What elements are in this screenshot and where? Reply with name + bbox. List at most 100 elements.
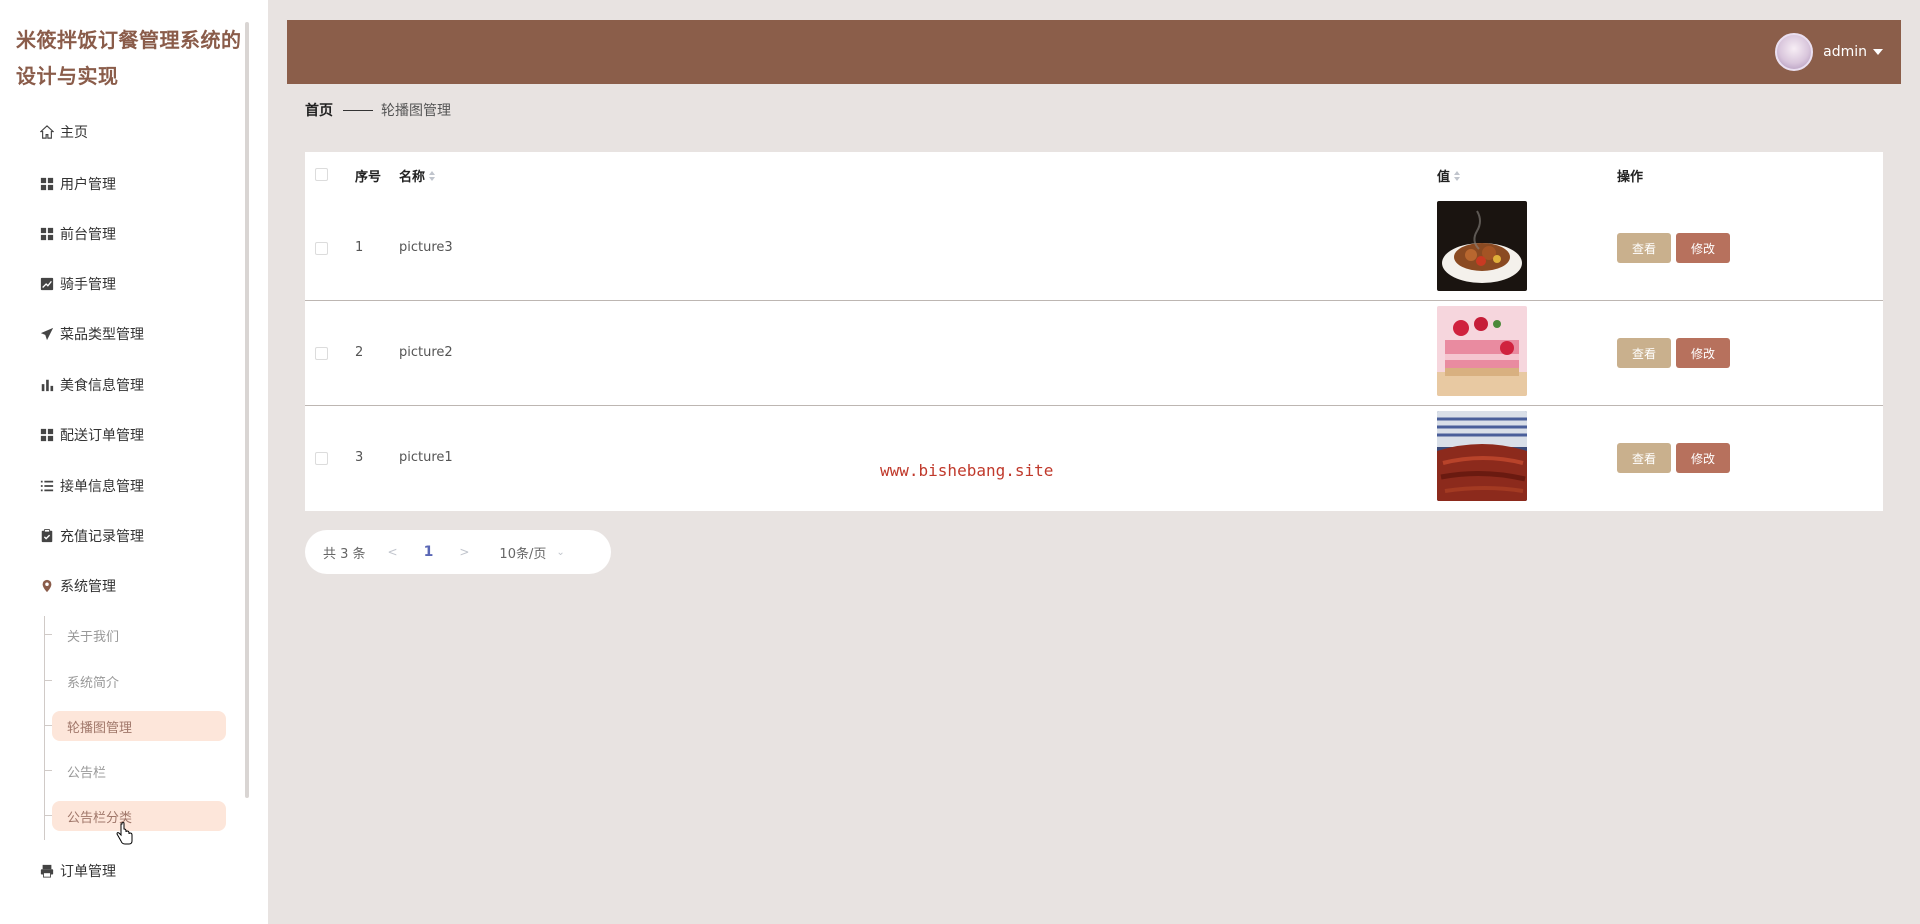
bar-chart-icon — [38, 378, 56, 392]
sort-icon[interactable] — [429, 170, 436, 181]
table-header: 序号 名称 值 操作 — [305, 152, 1883, 196]
select-all-checkbox[interactable] — [315, 168, 328, 181]
row-index: 1 — [355, 240, 364, 255]
submenu-item-intro[interactable]: 系统简介 — [45, 666, 226, 696]
column-name-label: 名称 — [399, 170, 426, 185]
submenu-item-label: 轮播图管理 — [67, 720, 133, 736]
submenu-item-about[interactable]: 关于我们 — [45, 620, 226, 650]
breadcrumb-current: 轮播图管理 — [381, 103, 451, 119]
submenu-item-notice-category[interactable]: 公告栏分类 — [45, 801, 226, 831]
sidebar-item-frontend[interactable]: 前台管理 — [38, 219, 116, 249]
pagination-total: 共 3 条 — [323, 546, 366, 562]
table-row: 3 picture1 查看 修改 — [305, 406, 1883, 511]
table-row: 1 picture3 查看 修改 — [305, 196, 1883, 301]
username: admin — [1823, 44, 1867, 60]
current-page[interactable]: 1 — [424, 544, 434, 560]
sidebar-item-recharge[interactable]: 充值记录管理 — [38, 521, 144, 551]
send-icon — [38, 327, 56, 341]
row-actions: 查看 修改 — [1617, 338, 1730, 368]
grid-icon — [38, 227, 56, 241]
sidebar-item-food-info[interactable]: 美食信息管理 — [38, 370, 144, 400]
watermark-text: www.bishebang.site — [880, 461, 1054, 480]
breadcrumb-home[interactable]: 首页 — [305, 100, 333, 120]
view-button[interactable]: 查看 — [1617, 233, 1671, 263]
app-title: 米筱拌饭订餐管理系统的设计与实现 — [16, 28, 242, 88]
column-value[interactable]: 值 — [1437, 166, 1461, 185]
sidebar-item-orders[interactable]: 订单管理 — [38, 856, 116, 886]
pagination: 共 3 条 < 1 > 10条/页 ⌄ — [305, 530, 611, 574]
sidebar-item-label: 用户管理 — [60, 177, 116, 193]
row-actions: 查看 修改 — [1617, 233, 1730, 263]
breadcrumb: 首页 轮播图管理 — [305, 100, 451, 120]
sort-icon[interactable] — [1454, 170, 1461, 181]
row-checkbox[interactable] — [315, 452, 328, 465]
hand-cursor-icon — [116, 821, 134, 850]
sidebar: 米筱拌饭订餐管理系统的设计与实现 主页 用户管理 前台管理 骑手管理 菜品类型管… — [0, 0, 268, 924]
sidebar-item-users[interactable]: 用户管理 — [38, 169, 116, 199]
sidebar-item-label: 系统管理 — [60, 579, 116, 595]
sidebar-item-label: 美食信息管理 — [60, 378, 144, 394]
row-name: picture3 — [399, 240, 453, 255]
sidebar-item-dish-types[interactable]: 菜品类型管理 — [38, 319, 144, 349]
sidebar-item-label: 菜品类型管理 — [60, 327, 144, 343]
avatar — [1775, 33, 1814, 71]
row-actions: 查看 修改 — [1617, 443, 1730, 473]
sidebar-item-label: 配送订单管理 — [60, 428, 144, 444]
column-value-label: 值 — [1437, 170, 1451, 185]
view-button[interactable]: 查看 — [1617, 338, 1671, 368]
table-row: 2 picture2 查看 修改 — [305, 301, 1883, 406]
sidebar-item-accept-orders[interactable]: 接单信息管理 — [38, 471, 144, 501]
printer-icon — [38, 864, 56, 878]
submenu-item-label: 关于我们 — [67, 629, 120, 645]
raspberry-cake-image — [1437, 306, 1527, 396]
submenu-item-label: 公告栏 — [67, 765, 107, 781]
row-image — [1437, 411, 1527, 501]
row-index: 3 — [355, 450, 364, 465]
sidebar-item-system[interactable]: 系统管理 — [38, 571, 116, 601]
row-image — [1437, 306, 1527, 396]
sidebar-scrollbar[interactable] — [245, 22, 249, 798]
sidebar-item-delivery-orders[interactable]: 配送订单管理 — [38, 420, 144, 450]
edit-button[interactable]: 修改 — [1676, 338, 1730, 368]
sidebar-item-label: 接单信息管理 — [60, 479, 144, 495]
column-index: 序号 — [355, 170, 382, 185]
sidebar-item-riders[interactable]: 骑手管理 — [38, 269, 116, 299]
sidebar-item-home[interactable]: 主页 — [38, 117, 88, 147]
edit-button[interactable]: 修改 — [1676, 233, 1730, 263]
breadcrumb-separator — [343, 109, 373, 111]
sidebar-item-label: 订单管理 — [60, 864, 116, 880]
row-name: picture2 — [399, 345, 453, 360]
view-button[interactable]: 查看 — [1617, 443, 1671, 473]
column-name[interactable]: 名称 — [399, 166, 436, 185]
clipboard-icon — [38, 529, 56, 543]
prev-page-icon[interactable]: < — [388, 545, 398, 559]
submenu-item-label: 系统简介 — [67, 675, 120, 691]
user-menu[interactable]: admin — [1775, 33, 1883, 71]
sidebar-item-label: 主页 — [60, 125, 88, 141]
row-index: 2 — [355, 345, 364, 360]
page-size-value: 10条/页 — [499, 546, 547, 562]
sidebar-item-label: 前台管理 — [60, 227, 116, 243]
row-checkbox[interactable] — [315, 347, 328, 360]
column-actions: 操作 — [1617, 170, 1644, 185]
location-icon — [38, 579, 56, 593]
carousel-table: 序号 名称 值 操作 1 picture3 查看 修改 2 picture2 查… — [305, 152, 1883, 511]
chevron-down-icon: ⌄ — [556, 546, 565, 558]
next-page-icon[interactable]: > — [459, 545, 469, 559]
row-checkbox[interactable] — [315, 242, 328, 255]
submenu-item-carousel[interactable]: 轮播图管理 — [45, 711, 226, 741]
edit-button[interactable]: 修改 — [1676, 443, 1730, 473]
page-size-select[interactable]: 10条/页 ⌄ — [499, 543, 564, 562]
sidebar-item-label: 充值记录管理 — [60, 529, 144, 545]
sidebar-item-label: 骑手管理 — [60, 277, 116, 293]
caret-down-icon — [1873, 49, 1883, 55]
grilled-meat-image — [1437, 411, 1527, 501]
grid-icon — [38, 428, 56, 442]
grid-icon — [38, 177, 56, 191]
chart-line-icon — [38, 277, 56, 291]
row-name: picture1 — [399, 450, 453, 465]
row-image — [1437, 201, 1527, 291]
top-header: admin — [287, 20, 1901, 84]
home-icon — [38, 125, 56, 139]
submenu-item-notice[interactable]: 公告栏 — [45, 756, 226, 786]
